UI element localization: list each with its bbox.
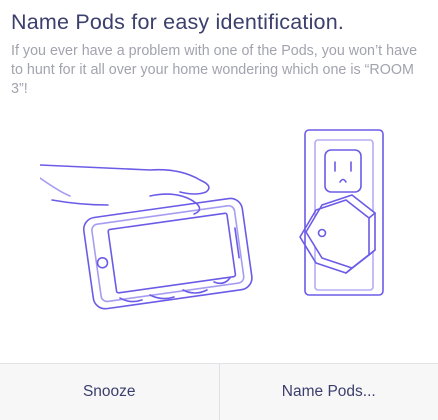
hand-holding-phone-icon xyxy=(40,164,253,310)
dialog-title: Name Pods for easy identification. xyxy=(11,10,345,34)
pod-device-icon xyxy=(299,194,376,274)
dialog-footer: Snooze Name Pods... xyxy=(0,363,438,420)
snooze-button[interactable]: Snooze xyxy=(0,364,219,420)
dialog-description: If you ever have a problem with one of t… xyxy=(11,43,418,97)
name-pods-button[interactable]: Name Pods... xyxy=(220,364,438,420)
name-pods-dialog: Name Pods for easy identification. If yo… xyxy=(0,0,438,420)
illustration xyxy=(40,129,384,310)
